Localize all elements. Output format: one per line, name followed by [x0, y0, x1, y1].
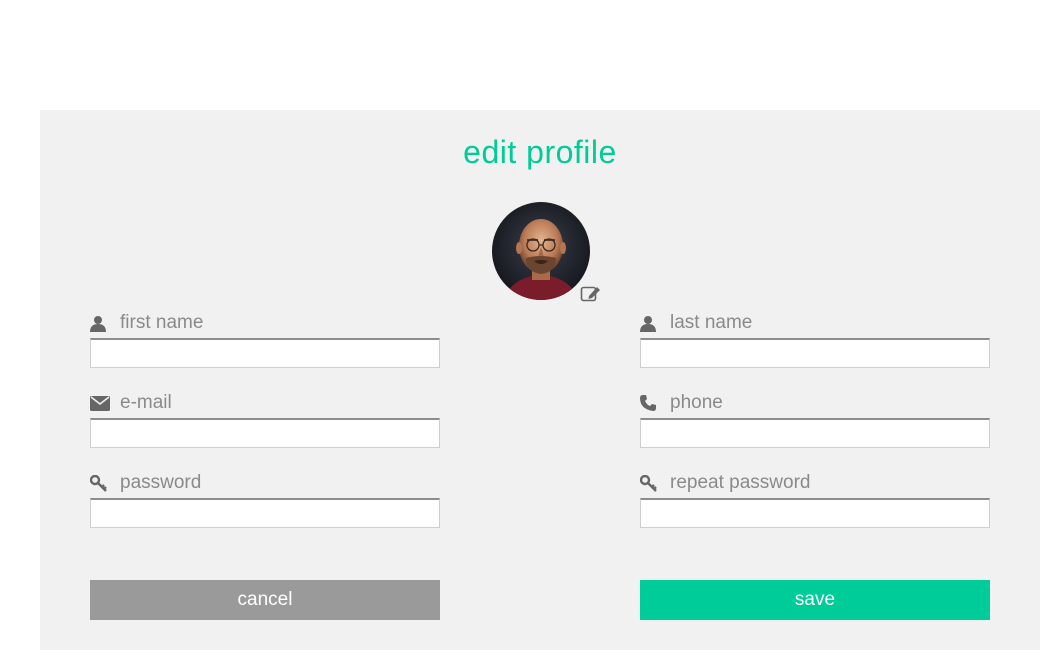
envelope-icon — [90, 393, 110, 413]
repeat-password-field-group: repeat password — [640, 468, 990, 528]
cancel-button[interactable]: cancel — [90, 580, 440, 620]
key-icon — [640, 473, 660, 493]
first-name-label: first name — [120, 312, 204, 333]
repeat-password-label: repeat password — [670, 472, 811, 493]
password-label: password — [120, 472, 202, 493]
save-button[interactable]: save — [640, 580, 990, 620]
email-input[interactable] — [90, 418, 440, 448]
edit-avatar-icon[interactable] — [580, 284, 602, 302]
phone-label: phone — [670, 392, 723, 413]
avatar[interactable] — [492, 202, 590, 300]
first-name-input[interactable] — [90, 338, 440, 368]
last-name-field-group: last name — [640, 308, 990, 368]
page-title: edit profile — [463, 134, 617, 170]
user-icon — [90, 313, 110, 333]
password-input[interactable] — [90, 498, 440, 528]
first-name-field-group: first name — [90, 308, 440, 368]
email-field-group: e-mail — [90, 388, 440, 448]
last-name-label: last name — [670, 312, 753, 333]
user-icon — [640, 313, 660, 333]
password-field-group: password — [90, 468, 440, 528]
email-label: e-mail — [120, 392, 172, 413]
key-icon — [90, 473, 110, 493]
edit-profile-panel: edit profile first name last name e-mail… — [40, 110, 1040, 650]
repeat-password-input[interactable] — [640, 498, 990, 528]
phone-field-group: phone — [640, 388, 990, 448]
phone-icon — [640, 393, 660, 413]
last-name-input[interactable] — [640, 338, 990, 368]
phone-input[interactable] — [640, 418, 990, 448]
avatar-container — [492, 202, 600, 302]
